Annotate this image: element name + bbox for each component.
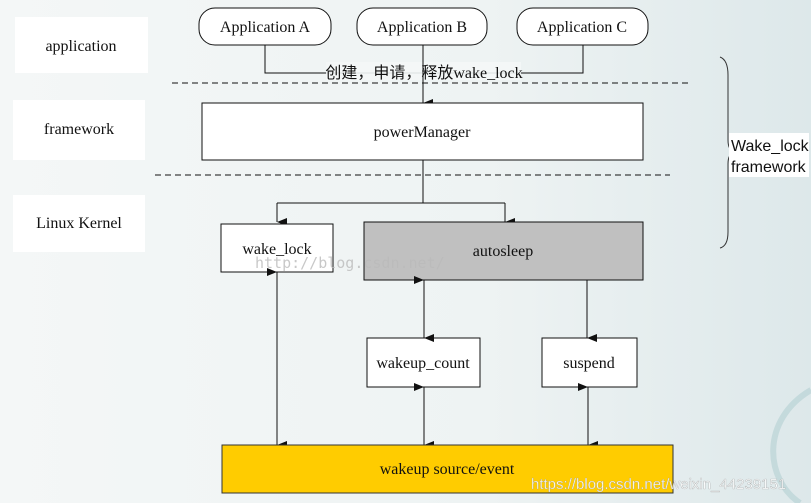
suspend-label: suspend <box>563 355 615 372</box>
powermanager-label: powerManager <box>374 124 472 141</box>
app-label-c: Application C <box>537 19 627 36</box>
faint-watermark: http://blog.csdn.net/ <box>255 254 445 272</box>
layer-label-application: application <box>45 38 116 55</box>
csdn-watermark: https://blog.csdn.net/weixin_44239151 <box>531 476 786 493</box>
edge-label: 创建，申请，释放wake_lock <box>325 64 522 82</box>
app-label-b: Application B <box>377 19 467 36</box>
diagram: application framework Linux Kernel Appli… <box>13 7 811 503</box>
layer-label-framework: framework <box>44 121 114 138</box>
brace-label-line2: framework <box>731 159 807 176</box>
app-label-a: Application A <box>220 19 311 36</box>
wakeup-count-label: wakeup_count <box>376 355 470 372</box>
brace-label-line1: Wake_lock <box>731 138 810 155</box>
layer-label-kernel: Linux Kernel <box>36 215 122 232</box>
autosleep-label: autosleep <box>473 243 533 260</box>
wakeup-source-label: wakeup source/event <box>380 461 515 478</box>
powermanager-split-connector <box>277 160 505 204</box>
